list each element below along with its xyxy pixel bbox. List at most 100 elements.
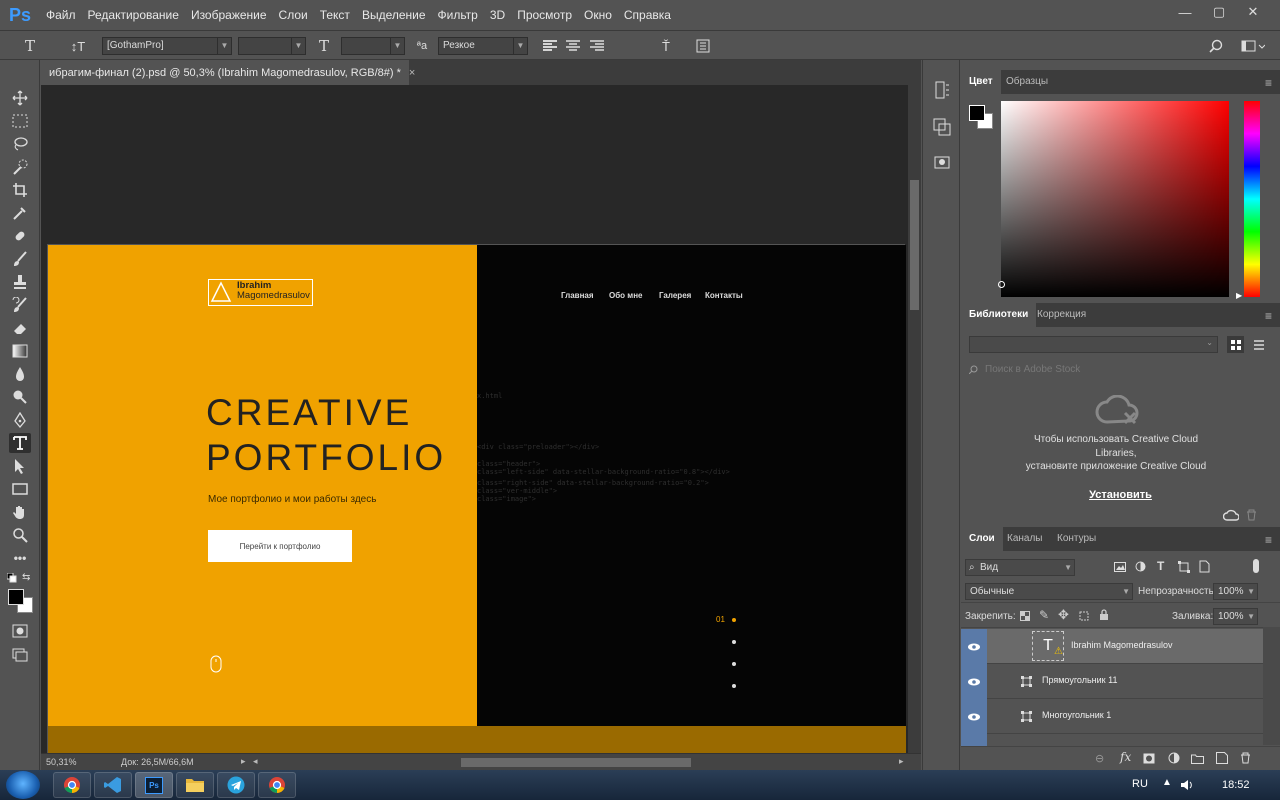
layer-filter-kind-select[interactable]: ⌕ Вид ▼ — [965, 559, 1075, 576]
color-picker-cursor[interactable] — [998, 281, 1005, 288]
lock-image-pixels-icon[interactable]: ✎ — [1039, 608, 1049, 622]
font-family-select[interactable]: [GothamPro] ▼ — [102, 37, 232, 55]
layer-effects-icon[interactable]: fx — [1120, 750, 1131, 764]
default-colors-icon[interactable] — [7, 573, 17, 583]
scroll-right-icon[interactable]: ▸ — [899, 756, 904, 767]
marquee-tool-icon[interactable] — [9, 111, 31, 131]
menu-help[interactable]: Справка — [618, 0, 677, 30]
layer-name[interactable]: Прямоугольник 11 — [1042, 675, 1117, 685]
tab-paths[interactable]: Контуры — [1049, 527, 1104, 551]
opacity-input[interactable]: 100% ▼ — [1213, 583, 1258, 600]
more-tools-icon[interactable]: ••• — [9, 548, 31, 568]
quick-mask-icon[interactable] — [9, 621, 31, 641]
font-size-select[interactable]: ▼ — [341, 37, 405, 55]
trash-icon[interactable] — [1246, 509, 1257, 521]
menu-file[interactable]: Файл — [40, 0, 82, 30]
crop-tool-icon[interactable] — [9, 180, 31, 200]
history-panel-icon[interactable] — [932, 80, 952, 100]
library-select[interactable]: ⌄ — [969, 336, 1218, 353]
scroll-left-icon[interactable]: ◂ — [253, 756, 258, 767]
taskbar-chrome[interactable] — [53, 772, 91, 798]
layer-row-text[interactable]: T ⚠ Ibrahim Magomedrasulov — [961, 629, 1263, 664]
filter-toggle-switch[interactable] — [1253, 559, 1259, 573]
align-right-icon[interactable] — [587, 37, 607, 55]
taskbar-chrome-2[interactable] — [258, 772, 296, 798]
new-adjustment-layer-icon[interactable] — [1168, 752, 1180, 764]
tab-swatches[interactable]: Образцы — [998, 70, 1056, 94]
toggle-orientation-icon[interactable]: ↕T — [68, 37, 88, 55]
properties-panel-icon[interactable] — [932, 117, 952, 137]
layer-visibility-toggle[interactable] — [961, 664, 987, 699]
lock-position-icon[interactable]: ✥ — [1058, 607, 1069, 623]
close-button[interactable]: ✕ — [1238, 3, 1268, 21]
menu-view[interactable]: Просмотр — [511, 0, 578, 30]
new-layer-icon[interactable] — [1216, 752, 1228, 764]
layer-visibility-toggle[interactable] — [961, 699, 987, 734]
menu-window[interactable]: Окно — [578, 0, 618, 30]
tab-adjustments[interactable]: Коррекция — [1029, 303, 1094, 327]
tab-color[interactable]: Цвет — [961, 70, 1001, 94]
foreground-color-swatch[interactable] — [8, 589, 24, 605]
grid-view-icon[interactable] — [1227, 336, 1244, 353]
menu-type[interactable]: Текст — [314, 0, 356, 30]
warp-text-icon[interactable]: Ť — [656, 37, 676, 55]
lock-artboard-icon[interactable] — [1078, 610, 1090, 622]
filter-shape-icon[interactable] — [1178, 561, 1190, 573]
lasso-tool-icon[interactable] — [9, 134, 31, 154]
type-tool-icon[interactable] — [9, 433, 31, 453]
dodge-tool-icon[interactable] — [9, 387, 31, 407]
eraser-tool-icon[interactable] — [9, 318, 31, 338]
layer-row-shape[interactable]: Многоугольник 1 — [961, 699, 1263, 734]
panel-menu-icon[interactable]: ≡ — [1265, 76, 1272, 90]
canvas-area[interactable]: Ibrahim Magomedrasulov CREATIVE PORTFOLI… — [41, 85, 908, 753]
vertical-scroll-thumb[interactable] — [910, 180, 919, 310]
filter-adjustment-icon[interactable] — [1135, 561, 1146, 572]
taskbar-photoshop[interactable]: Ps — [135, 772, 173, 798]
layer-name[interactable]: Многоугольник 1 — [1042, 710, 1111, 720]
filter-type-icon[interactable]: T — [1157, 559, 1164, 573]
color-picker-field[interactable] — [1001, 101, 1229, 297]
document-size-info[interactable]: Док: 26,5M/66,6M — [121, 757, 194, 767]
clone-stamp-tool-icon[interactable] — [9, 272, 31, 292]
zoom-level[interactable]: 50,31% — [46, 757, 77, 767]
rectangle-tool-icon[interactable] — [9, 479, 31, 499]
horizontal-scroll-thumb[interactable] — [461, 758, 691, 767]
list-view-icon[interactable] — [1250, 336, 1267, 353]
tab-channels[interactable]: Каналы — [999, 527, 1051, 551]
tray-arrow-icon[interactable]: ▲ — [1162, 777, 1172, 788]
healing-brush-tool-icon[interactable] — [9, 226, 31, 246]
taskbar-telegram[interactable] — [217, 772, 255, 798]
maximize-button[interactable]: ▢ — [1204, 3, 1234, 21]
character-panel-icon[interactable] — [693, 37, 713, 55]
sync-cloud-icon[interactable] — [1223, 509, 1239, 521]
align-center-icon[interactable] — [563, 37, 583, 55]
new-group-icon[interactable] — [1191, 753, 1204, 764]
panel-foreground-swatch[interactable] — [969, 105, 985, 121]
install-link[interactable]: Установить — [961, 489, 1280, 501]
brush-tool-icon[interactable] — [9, 249, 31, 269]
layers-scrollbar[interactable] — [1263, 627, 1280, 745]
menu-select[interactable]: Выделение — [356, 0, 432, 30]
path-selection-tool-icon[interactable] — [9, 456, 31, 476]
fill-input[interactable]: 100% ▼ — [1213, 608, 1258, 625]
menu-3d[interactable]: 3D — [484, 0, 511, 30]
link-layers-icon[interactable]: ⊖ — [1095, 752, 1104, 765]
zoom-tool-icon[interactable] — [9, 525, 31, 545]
blend-mode-select[interactable]: Обычные ▼ — [965, 583, 1133, 600]
menu-filter[interactable]: Фильтр — [432, 0, 484, 30]
volume-icon[interactable] — [1180, 779, 1194, 791]
status-menu-arrow-icon[interactable]: ▸ — [241, 756, 246, 767]
menu-image[interactable]: Изображение — [185, 0, 273, 30]
eyedropper-tool-icon[interactable] — [9, 203, 31, 223]
hue-slider[interactable] — [1244, 101, 1260, 297]
gradient-tool-icon[interactable] — [9, 341, 31, 361]
menu-layers[interactable]: Слои — [273, 0, 314, 30]
delete-layer-icon[interactable] — [1240, 752, 1251, 764]
taskbar-vscode[interactable] — [94, 772, 132, 798]
tab-layers[interactable]: Слои — [961, 527, 1003, 551]
filter-smart-object-icon[interactable] — [1199, 560, 1210, 573]
language-indicator[interactable]: RU — [1132, 778, 1148, 790]
font-style-select[interactable]: ▼ — [238, 37, 306, 55]
tab-libraries[interactable]: Библиотеки — [961, 303, 1037, 327]
close-document-icon[interactable]: × — [409, 67, 415, 79]
